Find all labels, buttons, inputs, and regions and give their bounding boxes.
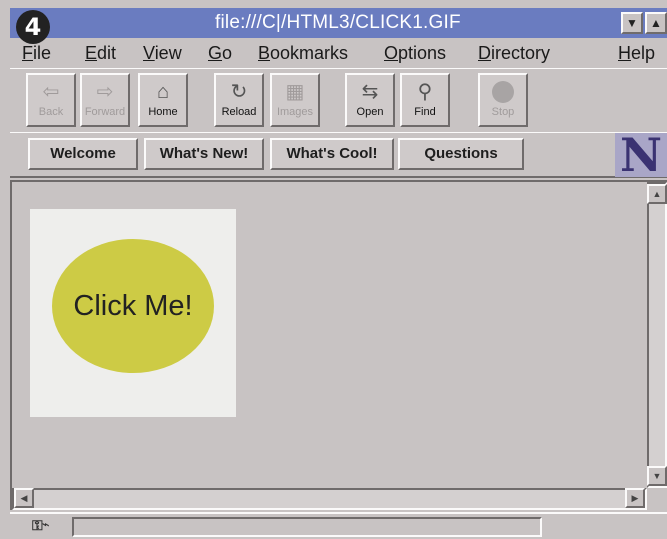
menu-bar: File Edit View Go Bookmarks Options Dire… (10, 40, 667, 68)
window-title: file:///C|/HTML3/CLICK1.GIF (215, 12, 461, 33)
click-image: Click Me! (30, 209, 236, 417)
menu-go[interactable]: Go (208, 43, 232, 64)
home-button[interactable]: ⌂ Home (138, 73, 188, 127)
menu-options[interactable]: Options (384, 43, 446, 64)
reload-icon: ↻ (230, 81, 248, 103)
whats-new-button[interactable]: What's New! (144, 138, 264, 170)
stop-button[interactable]: Stop (478, 73, 528, 127)
reload-button[interactable]: ↻ Reload (214, 73, 264, 127)
open-icon: ⇆ (361, 81, 379, 103)
scroll-right-arrow-icon[interactable]: ▶ (625, 488, 645, 508)
status-bar: ⚿⌁ (10, 512, 667, 539)
back-button[interactable]: ⇦ Back (26, 73, 76, 127)
binoculars-icon: ⚲ (417, 81, 433, 103)
maximize-button[interactable]: ▲ (645, 12, 667, 34)
house-icon: ⌂ (156, 81, 170, 103)
questions-button[interactable]: Questions (398, 138, 524, 170)
stop-sign-icon (492, 81, 514, 103)
menu-file[interactable]: File (22, 43, 51, 64)
title-bar[interactable]: file:///C|/HTML3/CLICK1.GIF ▼ ▲ (10, 8, 667, 38)
page-content: Click Me! ▲ ▼ ◀ ▶ (10, 180, 667, 510)
menu-directory[interactable]: Directory (478, 43, 550, 64)
menu-view[interactable]: View (143, 43, 182, 64)
images-button[interactable]: ▦ Images (270, 73, 320, 127)
whats-cool-button[interactable]: What's Cool! (270, 138, 394, 170)
vertical-scrollbar[interactable]: ▲ ▼ (647, 182, 667, 488)
find-button[interactable]: ⚲ Find (400, 73, 450, 127)
forward-button[interactable]: ⇨ Forward (80, 73, 130, 127)
minimize-button[interactable]: ▼ (621, 12, 643, 34)
menu-edit[interactable]: Edit (85, 43, 116, 64)
images-icon: ▦ (285, 81, 305, 103)
step-number-badge: 4 (16, 10, 50, 44)
directory-buttons-bar: Welcome What's New! What's Cool! Questio… (10, 132, 667, 178)
open-button[interactable]: ⇆ Open (345, 73, 395, 127)
back-arrow-icon: ⇦ (42, 81, 60, 103)
scroll-down-arrow-icon[interactable]: ▼ (647, 466, 667, 486)
menu-help[interactable]: Help (618, 43, 655, 64)
netscape-logo: N (615, 132, 667, 178)
scroll-left-arrow-icon[interactable]: ◀ (14, 488, 34, 508)
menu-bookmarks[interactable]: Bookmarks (258, 43, 348, 64)
horizontal-scrollbar[interactable]: ◀ ▶ (12, 488, 647, 510)
window-controls: ▼ ▲ (621, 12, 667, 34)
status-text-pane (72, 517, 542, 537)
scroll-up-arrow-icon[interactable]: ▲ (647, 184, 667, 204)
forward-arrow-icon: ⇨ (96, 81, 114, 103)
security-key-icon: ⚿⌁ (32, 517, 49, 533)
toolbar: ⇦ Back ⇨ Forward ⌂ Home ↻ Reload ▦ Image… (10, 68, 667, 132)
welcome-button[interactable]: Welcome (28, 138, 138, 170)
click-me-ellipse[interactable]: Click Me! (52, 239, 214, 373)
click-me-text: Click Me! (73, 289, 193, 322)
